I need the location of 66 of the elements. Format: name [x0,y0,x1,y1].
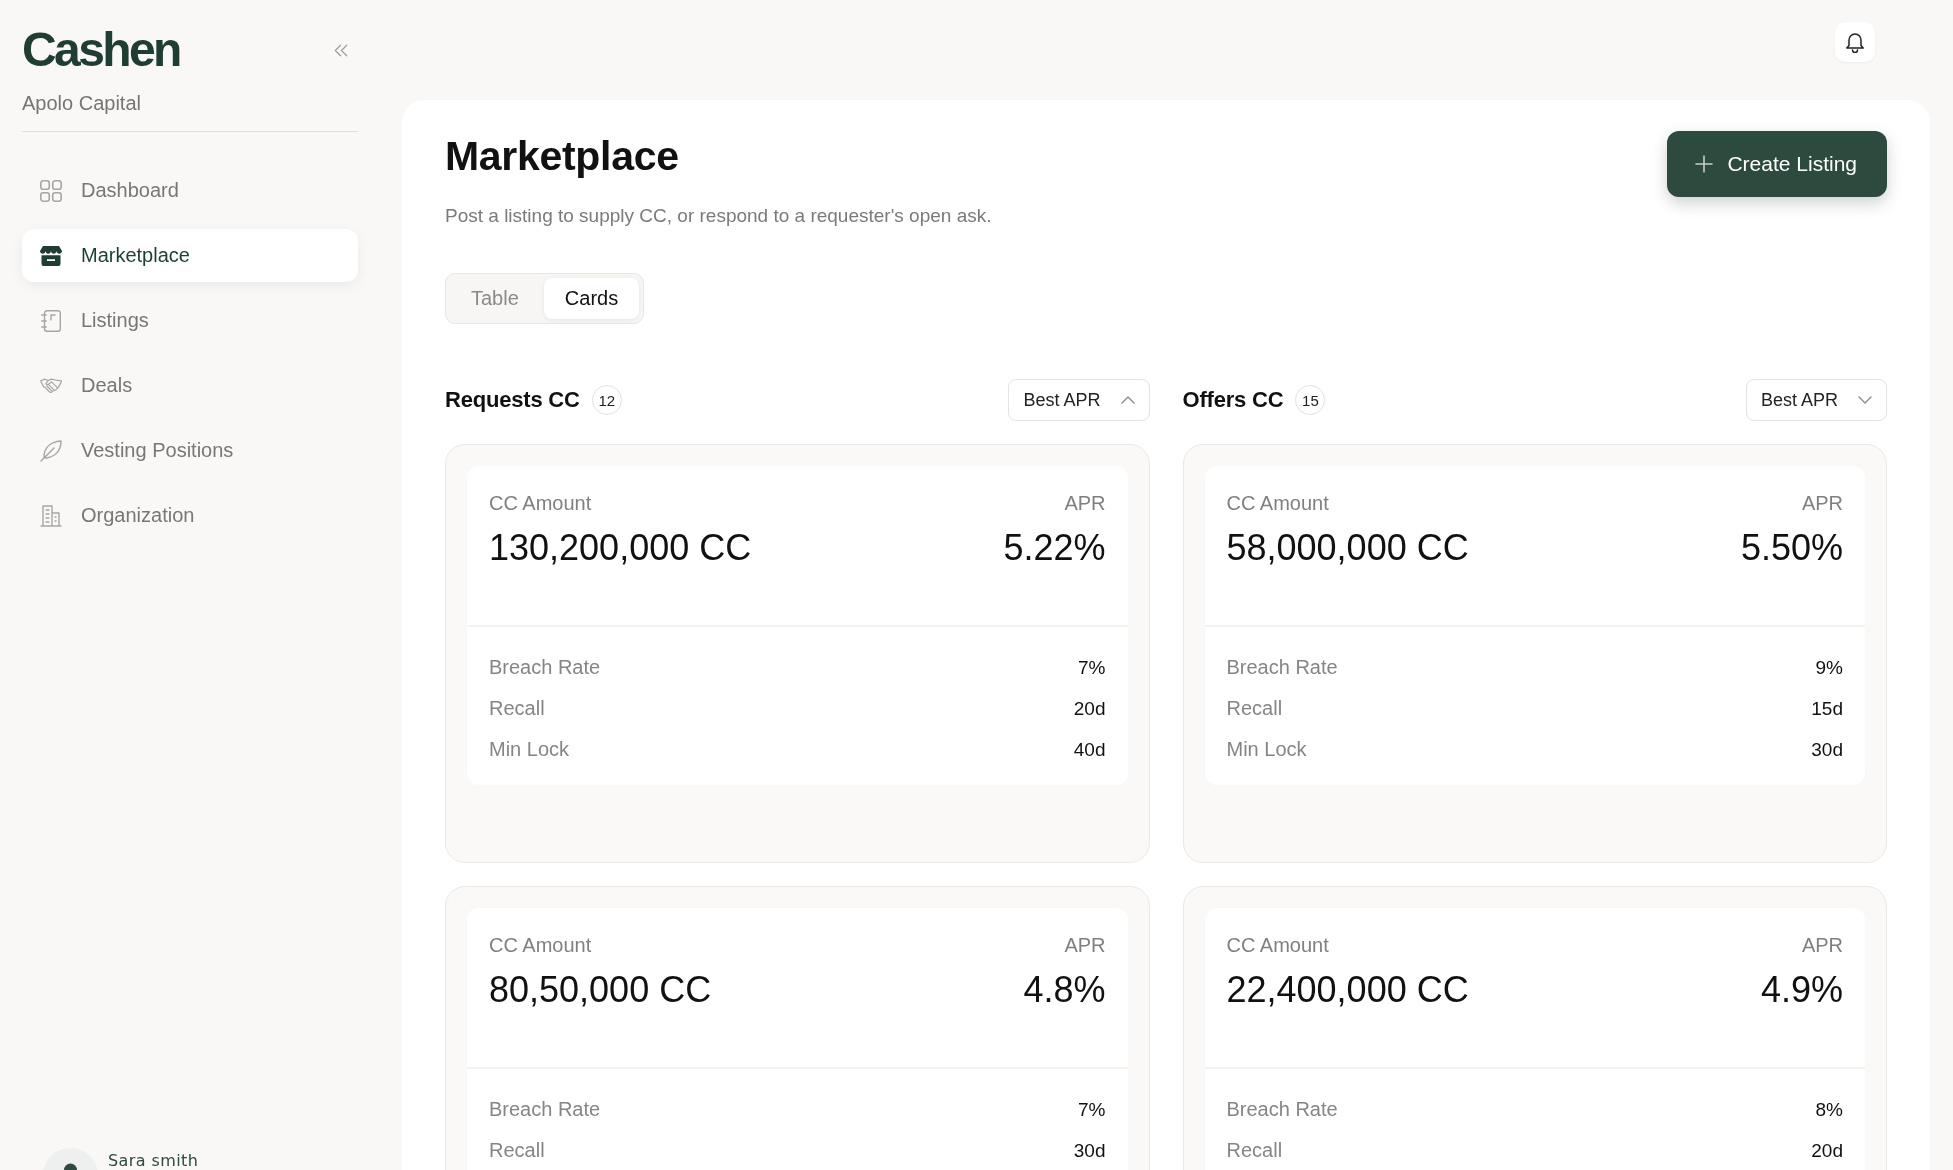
term-value: 8% [1815,1098,1843,1121]
section-title: Offers CC [1182,387,1284,413]
double-chevron-icon[interactable] [334,43,348,57]
listing-card[interactable]: CC Amount APR 58,000,000 CC 5.50% Breach Rate 9% Recall 15d Min Lock 30d [1182,444,1887,863]
section-title: Requests CC [445,387,580,413]
term-value: 7% [1078,1098,1106,1121]
term-value: 30d [1811,738,1843,761]
apr-label: APR [1801,933,1843,957]
nav-item[interactable]: Organization [22,489,358,542]
term-label: Min Lock [489,738,570,761]
nav-item[interactable]: Vesting Positions [22,424,358,477]
sort-dropdown[interactable]: Best APR [1008,379,1150,421]
amount-value: 130,200,000 CC [489,526,752,570]
leaf-icon [40,439,62,462]
organization-name: Apolo Capital [22,91,141,115]
sort-dropdown[interactable]: Best APR [1745,379,1887,421]
term-label: Breach Rate [1226,656,1338,679]
apr-value: 5.50% [1740,526,1843,570]
term-label: Breach Rate [1226,1098,1338,1121]
page-title: Marketplace [445,132,679,180]
apr-value: 4.9% [1760,968,1843,1012]
amount-value: 22,400,000 CC [1226,968,1469,1012]
term-value: 20d [1811,1139,1843,1162]
amount-value: 58,000,000 CC [1226,526,1469,570]
amount-label: CC Amount [489,933,592,957]
user-name: Sara smith [108,1151,199,1170]
term-value: 30d [1073,1139,1106,1162]
create-listing-button[interactable]: Create Listing [1667,131,1887,197]
view-tab[interactable]: Cards [543,278,640,319]
bell-icon [1846,31,1864,53]
grid-icon [40,179,62,202]
nav-item[interactable]: Marketplace [22,229,358,282]
apr-value: 4.8% [1023,968,1106,1012]
notifications-button[interactable] [1835,22,1875,62]
term-label: Breach Rate [489,656,601,679]
amount-label: CC Amount [1226,933,1329,957]
amount-value: 80,50,000 CC [489,968,712,1012]
nav-item[interactable]: Listings [22,294,358,347]
store-icon [40,244,62,267]
term-value: 20d [1073,697,1106,720]
term-label: Recall [1226,697,1283,720]
term-label: Recall [489,1139,545,1162]
term-label: Breach Rate [489,1098,601,1121]
notebook-icon [40,309,62,332]
amount-label: CC Amount [489,491,592,515]
apr-label: APR [1064,933,1106,957]
apr-label: APR [1064,491,1106,515]
listing-card[interactable]: CC Amount APR 22,400,000 CC 4.9% Breach Rate 8% Recall 20d [1182,886,1887,1170]
term-label: Min Lock [1226,738,1307,761]
term-label: Recall [489,697,545,720]
term-value: 9% [1815,656,1843,679]
term-value: 7% [1078,656,1106,679]
nav-item[interactable]: Deals [22,359,358,412]
plus-icon [1695,155,1714,173]
page-subtitle: Post a listing to supply CC, or respond to a requester's open ask. [445,204,992,228]
listing-card[interactable]: CC Amount APR 130,200,000 CC 5.22% Breach Rate 7% Recall 20d Min Lock 40d [445,444,1150,863]
listing-card[interactable]: CC Amount APR 80,50,000 CC 4.8% Breach Rate 7% Recall 30d [445,886,1150,1170]
nav-item[interactable]: Dashboard [22,164,358,217]
term-label: Recall [1226,1139,1283,1162]
term-value: 40d [1073,738,1106,761]
amount-label: CC Amount [1226,491,1329,515]
brand-logo: Cashen [22,26,180,74]
apr-value: 5.22% [1003,526,1106,570]
term-value: 15d [1811,697,1843,720]
building-icon [40,504,62,527]
apr-label: APR [1801,491,1843,515]
